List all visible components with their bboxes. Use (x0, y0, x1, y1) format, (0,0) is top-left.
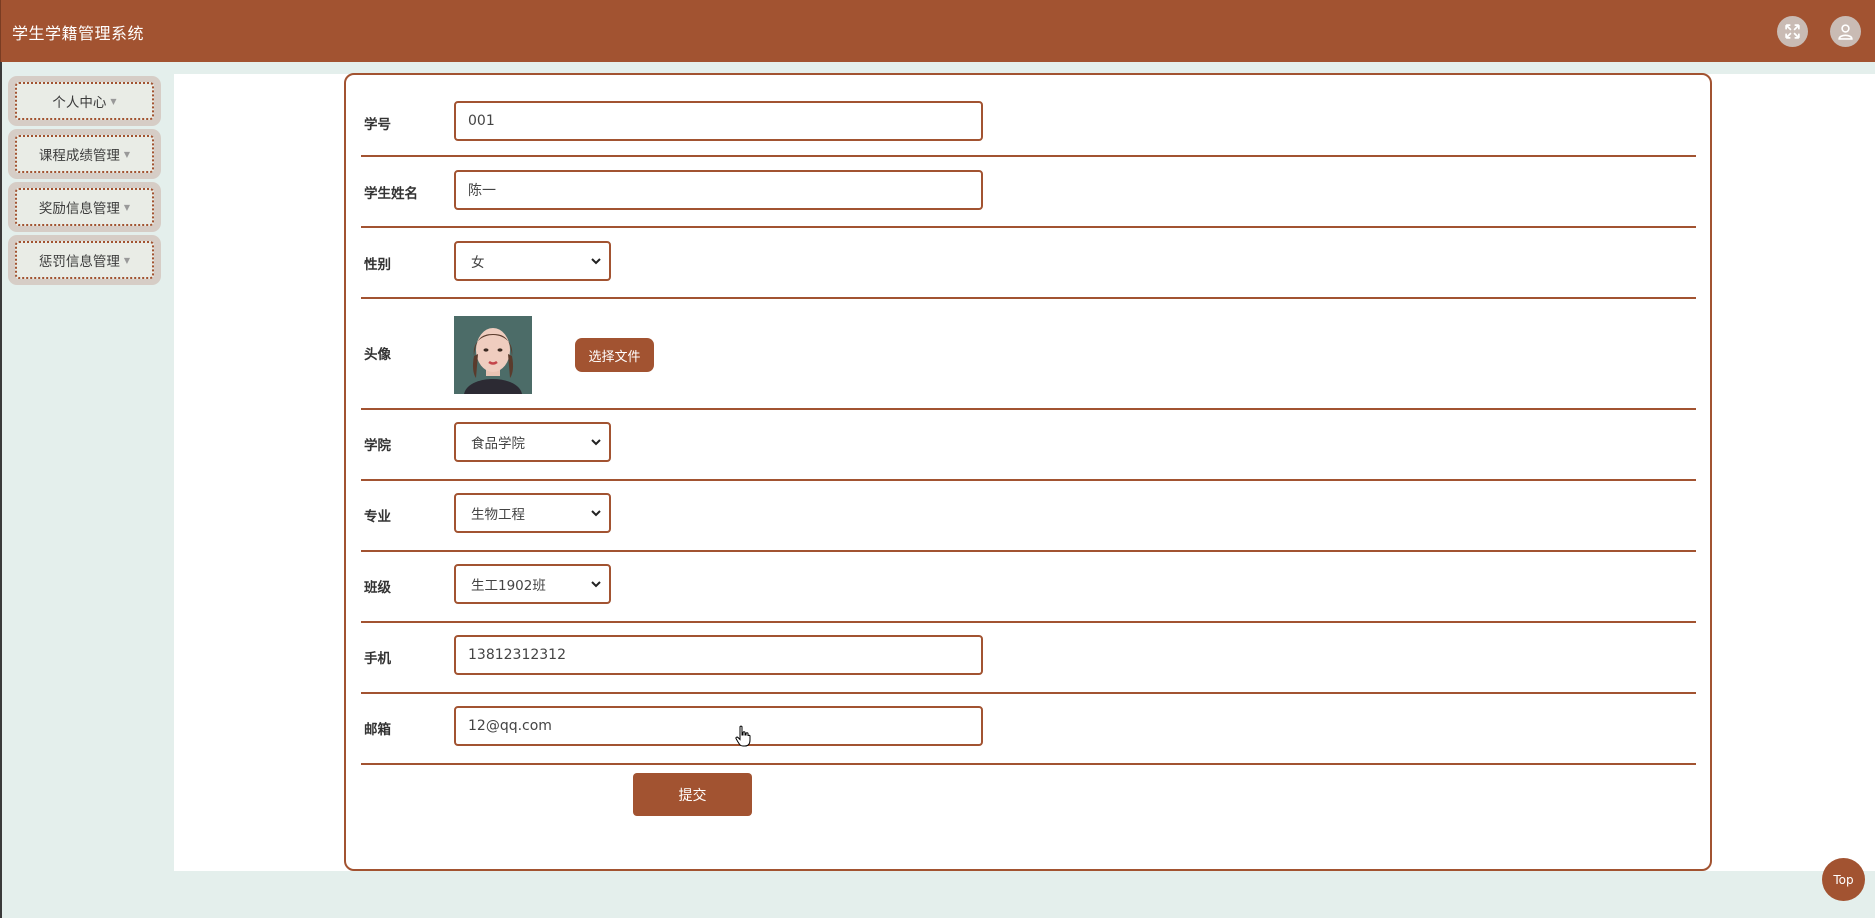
major-select[interactable]: 生物工程 (454, 493, 611, 533)
avatar-image (454, 316, 532, 394)
sidebar-group-personal: 个人中心 ▼ (8, 76, 161, 126)
submit-button[interactable]: 提交 (633, 773, 752, 816)
email-input[interactable] (454, 706, 983, 746)
user-icon[interactable] (1830, 16, 1861, 47)
gender-label: 性别 (364, 257, 391, 273)
hand-cursor-icon (735, 725, 751, 747)
sidebar-item-rewards[interactable]: 奖励信息管理 ▼ (15, 188, 154, 226)
sidebar-group-rewards: 奖励信息管理 ▼ (8, 182, 161, 232)
class-select[interactable]: 生工1902班 (454, 564, 611, 604)
sidebar-group-grades: 课程成绩管理 ▼ (8, 129, 161, 179)
student-form: 学号 学生姓名 性别 女 头像 (344, 73, 1712, 871)
form-row-avatar: 头像 选择文件 (361, 299, 1696, 410)
top-bar: 学生学籍管理系统 (0, 0, 1875, 62)
sidebar-item-label: 奖励信息管理 (38, 201, 120, 217)
sidebar: 个人中心 ▼ 课程成绩管理 ▼ 奖励信息管理 ▼ 惩罚信息管理 ▼ (8, 76, 161, 288)
sidebar-item-label: 个人中心 (52, 95, 107, 111)
caret-down-icon: ▼ (123, 255, 131, 265)
college-label: 学院 (364, 438, 391, 454)
class-value: 生工1902班 (471, 578, 546, 594)
form-row-student-id: 学号 (361, 86, 1696, 157)
sidebar-item-personal-center[interactable]: 个人中心 ▼ (15, 82, 154, 120)
form-row-student-name: 学生姓名 (361, 157, 1696, 228)
chevron-down-icon (591, 581, 601, 588)
form-row-class: 班级 生工1902班 (361, 552, 1696, 623)
sidebar-group-punishments: 惩罚信息管理 ▼ (8, 235, 161, 285)
student-name-label: 学生姓名 (364, 186, 418, 202)
caret-down-icon: ▼ (110, 96, 117, 106)
form-row-phone: 手机 (361, 623, 1696, 694)
gender-select[interactable]: 女 (454, 241, 611, 281)
avatar-label: 头像 (364, 347, 391, 363)
caret-down-icon: ▼ (123, 149, 131, 159)
sidebar-item-label: 惩罚信息管理 (38, 254, 120, 270)
choose-file-button[interactable]: 选择文件 (575, 338, 654, 372)
phone-input[interactable] (454, 635, 983, 675)
gender-value: 女 (471, 255, 485, 271)
back-to-top-button[interactable]: Top (1822, 858, 1865, 901)
student-id-input[interactable] (454, 101, 983, 141)
chevron-down-icon (591, 439, 601, 446)
form-row-major: 专业 生物工程 (361, 481, 1696, 552)
form-row-college: 学院 食品学院 (361, 410, 1696, 481)
caret-down-icon: ▼ (123, 202, 131, 212)
student-name-input[interactable] (454, 170, 983, 210)
major-label: 专业 (364, 509, 391, 525)
sidebar-item-punishments[interactable]: 惩罚信息管理 ▼ (15, 241, 154, 279)
class-label: 班级 (364, 580, 391, 596)
form-row-gender: 性别 女 (361, 228, 1696, 299)
email-label: 邮箱 (364, 722, 391, 738)
window-edge (0, 62, 2, 918)
sidebar-item-course-grades[interactable]: 课程成绩管理 ▼ (15, 135, 154, 173)
major-value: 生物工程 (471, 507, 525, 523)
student-id-label: 学号 (364, 117, 391, 133)
fullscreen-icon[interactable] (1777, 16, 1808, 47)
form-row-email: 邮箱 (361, 694, 1696, 765)
phone-label: 手机 (364, 651, 391, 667)
sidebar-item-label: 课程成绩管理 (38, 148, 120, 164)
chevron-down-icon (591, 258, 601, 265)
app-title: 学生学籍管理系统 (12, 24, 145, 43)
chevron-down-icon (591, 510, 601, 517)
college-select[interactable]: 食品学院 (454, 422, 611, 462)
college-value: 食品学院 (471, 436, 525, 452)
